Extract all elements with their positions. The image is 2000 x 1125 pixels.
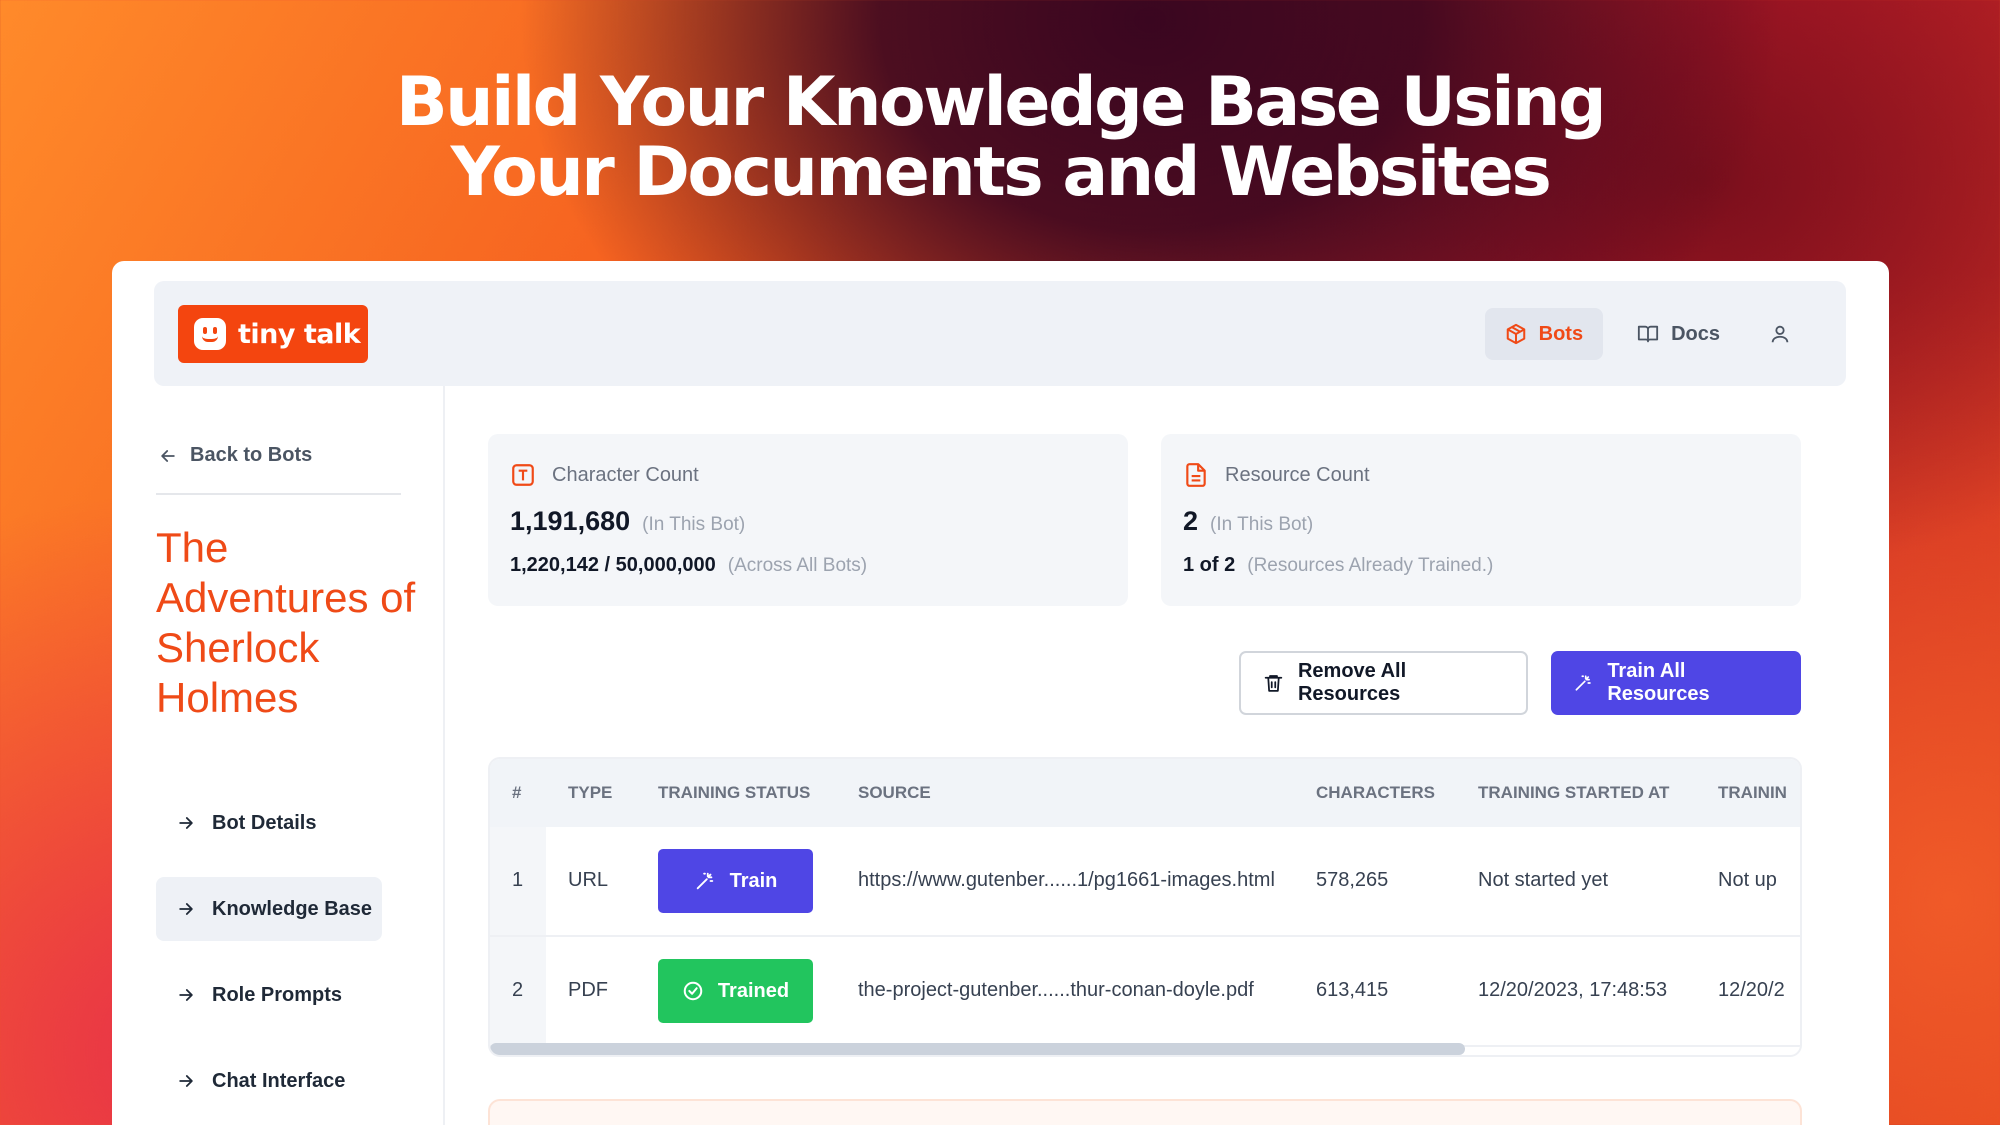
book-open-icon bbox=[1638, 325, 1659, 343]
row-training-next: Not up bbox=[1718, 869, 1777, 891]
arrow-right-icon bbox=[179, 817, 193, 829]
table-row: 2 PDF Trained the-project-gutenber......… bbox=[490, 937, 1800, 1047]
resource-count-main: 2 (In This Bot) bbox=[1183, 506, 1313, 537]
top-navbar: tiny talk Bots Docs bbox=[154, 281, 1846, 386]
sidebar: Back to Bots The Adventures of Sherlock … bbox=[112, 386, 445, 1125]
sidebar-item-label: Knowledge Base bbox=[212, 897, 373, 920]
character-count-main: 1,191,680 (In This Bot) bbox=[510, 506, 745, 537]
sidebar-item-label: Role Prompts bbox=[212, 983, 343, 1006]
arrow-right-icon bbox=[179, 903, 193, 915]
character-count-header: Character Count bbox=[510, 462, 699, 488]
resource-count-value: 2 bbox=[1183, 506, 1199, 536]
column-header-source[interactable]: SOURCE bbox=[858, 783, 931, 803]
row-index: 1 bbox=[512, 869, 524, 891]
row-index: 2 bbox=[512, 979, 524, 1001]
row-training-started: 12/20/2023, 17:48:53 bbox=[1478, 979, 1668, 1001]
column-header-training-next[interactable]: TRAININ bbox=[1718, 783, 1787, 803]
logo-face-icon bbox=[194, 318, 226, 350]
trained-status-button[interactable]: Trained bbox=[658, 959, 813, 1023]
remove-all-resources-button[interactable]: Remove All Resources bbox=[1239, 651, 1528, 715]
column-header-type[interactable]: TYPE bbox=[568, 783, 612, 803]
row-characters: 613,415 bbox=[1316, 979, 1389, 1001]
sidebar-item-knowledge-base[interactable]: Knowledge Base bbox=[156, 877, 382, 941]
resource-count-card: Resource Count 2 (In This Bot) 1 of 2 (R… bbox=[1161, 434, 1801, 606]
column-header-training-status[interactable]: TRAINING STATUS bbox=[658, 783, 810, 803]
row-characters: 578,265 bbox=[1316, 869, 1389, 891]
box-icon bbox=[1506, 323, 1525, 345]
train-all-resources-label: Train All Resources bbox=[1607, 660, 1710, 705]
user-icon bbox=[1771, 325, 1789, 343]
resources-table: # TYPE TRAINING STATUS SOURCE CHARACTERS… bbox=[488, 757, 1802, 1057]
character-count-value: 1,191,680 bbox=[510, 506, 631, 536]
logo-text: tiny talk bbox=[238, 318, 361, 350]
hero-headline-line1: Build Your Knowledge Base Using bbox=[395, 63, 1607, 142]
magic-wand-icon bbox=[1575, 675, 1591, 691]
user-menu-button[interactable] bbox=[1754, 308, 1806, 360]
resource-trained-value: 1 of 2 bbox=[1183, 554, 1236, 576]
resource-count-value-note: (In This Bot) bbox=[1210, 514, 1314, 535]
arrow-right-icon bbox=[179, 989, 193, 1001]
sidebar-divider bbox=[156, 493, 401, 495]
arrow-right-icon bbox=[179, 1075, 193, 1087]
sidebar-menu: Bot Details Knowledge Base Role Prompts … bbox=[156, 791, 382, 1125]
hero-headline-line2: Your Documents and Websites bbox=[450, 133, 1552, 212]
document-icon bbox=[1186, 463, 1206, 487]
back-to-bots-link[interactable]: Back to Bots bbox=[158, 444, 312, 467]
resource-count-header: Resource Count bbox=[1183, 462, 1370, 488]
train-all-resources-button[interactable]: Train All Resources bbox=[1551, 651, 1801, 715]
train-button[interactable]: Train bbox=[658, 849, 813, 913]
text-type-icon bbox=[512, 464, 534, 486]
resource-count-sub: 1 of 2 (Resources Already Trained.) bbox=[1183, 554, 1493, 577]
back-to-bots-label: Back to Bots bbox=[190, 444, 313, 466]
row-type: URL bbox=[568, 869, 609, 891]
train-button-label: Train bbox=[729, 869, 778, 892]
main-nav: Bots Docs bbox=[1484, 308, 1806, 360]
check-circle-icon bbox=[683, 981, 703, 1001]
row-type: PDF bbox=[568, 979, 608, 1001]
resource-trained-note: (Resources Already Trained.) bbox=[1247, 555, 1494, 576]
nav-bots[interactable]: Bots bbox=[1484, 308, 1604, 360]
horizontal-scrollbar[interactable] bbox=[490, 1043, 1465, 1055]
trained-status-label: Trained bbox=[717, 979, 790, 1002]
sidebar-item-chat-interface[interactable]: Chat Interface bbox=[156, 1049, 382, 1113]
bot-title: The Adventures of Sherlock Holmes bbox=[156, 524, 416, 721]
remove-all-resources-label: Remove All Resources bbox=[1297, 660, 1407, 705]
app-logo[interactable]: tiny talk bbox=[178, 305, 368, 363]
character-count-title: Character Count bbox=[552, 463, 699, 486]
nav-docs-label: Docs bbox=[1671, 322, 1720, 345]
nav-bots-label: Bots bbox=[1538, 322, 1584, 345]
trash-icon bbox=[1264, 675, 1283, 692]
row-training-started: Not started yet bbox=[1478, 869, 1609, 891]
sidebar-item-label: Bot Details bbox=[212, 811, 317, 834]
info-alert-box bbox=[488, 1099, 1802, 1125]
arrow-left-icon bbox=[161, 449, 175, 462]
sidebar-item-role-prompts[interactable]: Role Prompts bbox=[156, 963, 382, 1027]
resource-count-title: Resource Count bbox=[1225, 463, 1370, 486]
character-count-total: 1,220,142 / 50,000,000 bbox=[510, 554, 716, 576]
column-header-training-started-at[interactable]: TRAINING STARTED AT bbox=[1478, 783, 1669, 803]
hero-headline: Build Your Knowledge Base Using Your Doc… bbox=[0, 68, 2000, 208]
character-count-card: Character Count 1,191,680 (In This Bot) … bbox=[488, 434, 1128, 606]
character-count-value-note: (In This Bot) bbox=[642, 514, 746, 535]
sidebar-item-bot-details[interactable]: Bot Details bbox=[156, 791, 382, 855]
row-source[interactable]: https://www.gutenber......1/pg1661-image… bbox=[858, 869, 1275, 892]
magic-wand-icon bbox=[696, 872, 713, 890]
nav-docs[interactable]: Docs bbox=[1617, 308, 1740, 360]
table-row: 1 URL Train https://www.gutenber......1/… bbox=[490, 827, 1800, 937]
character-count-total-note: (Across All Bots) bbox=[727, 555, 868, 576]
column-header-index[interactable]: # bbox=[512, 783, 521, 803]
column-header-characters[interactable]: CHARACTERS bbox=[1316, 783, 1435, 803]
table-header-row: # TYPE TRAINING STATUS SOURCE CHARACTERS… bbox=[490, 759, 1800, 827]
row-source[interactable]: the-project-gutenber......thur-conan-doy… bbox=[858, 979, 1254, 1002]
row-training-next: 12/20/2 bbox=[1718, 979, 1785, 1001]
character-count-sub: 1,220,142 / 50,000,000 (Across All Bots) bbox=[510, 554, 867, 577]
sidebar-item-label: Chat Interface bbox=[212, 1069, 346, 1092]
app-window: tiny talk Bots Docs Back to Bots The Adv… bbox=[112, 261, 1889, 1125]
